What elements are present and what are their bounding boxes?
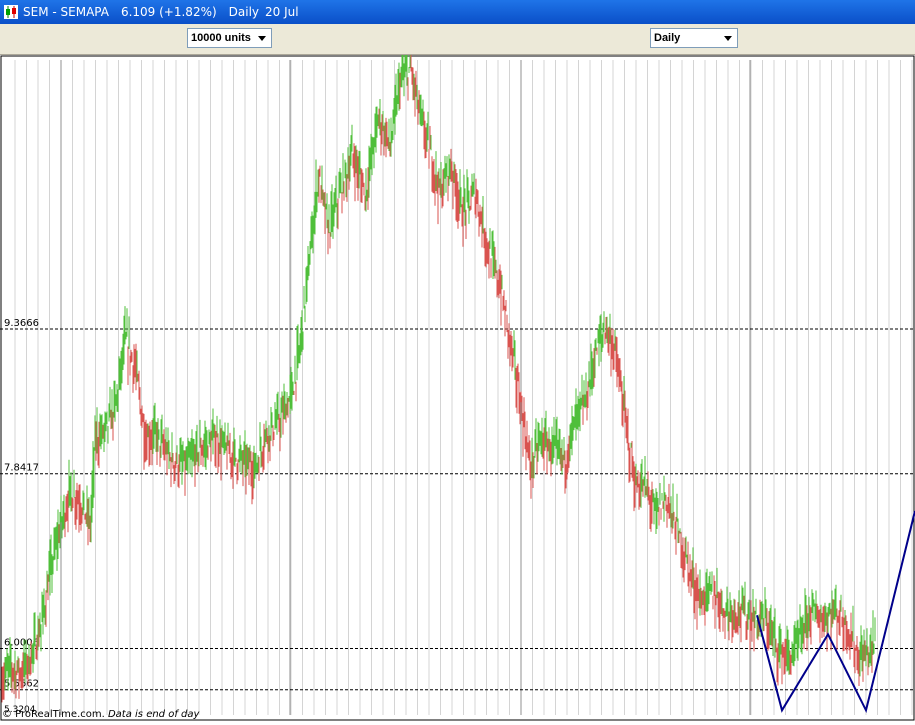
period-select[interactable]: Daily	[650, 28, 738, 48]
chart-frame	[0, 55, 915, 721]
level-label: 7.8417	[4, 463, 39, 474]
title-price: 6.109 (+1.82%)	[120, 5, 217, 19]
footer-copyright: © ProRealTime.com. Data is end of day	[2, 709, 201, 720]
candles	[1, 43, 876, 703]
price-chart: 9.36667.84176.00065.5662 5.3204 © ProRea…	[0, 43, 915, 721]
units-select-value: 10000 units	[191, 32, 251, 44]
units-select[interactable]: 10000 units	[187, 28, 272, 48]
period-select-value: Daily	[654, 32, 681, 44]
footer-note: Data is end of day	[108, 709, 201, 720]
footer-copyright-text: © ProRealTime.com	[2, 709, 102, 720]
title-symbol: SEM - SEMAPA	[23, 5, 109, 19]
level-label: 9.3666	[4, 318, 39, 329]
chart-area: 9.36667.84176.00065.5662 5.3204 © ProRea…	[0, 43, 915, 721]
toolbar: 10000 units Daily	[0, 24, 915, 55]
chevron-down-icon[interactable]	[721, 31, 735, 45]
title-period: Daily	[228, 5, 260, 19]
chevron-down-icon[interactable]	[255, 31, 269, 45]
grid	[14, 60, 913, 715]
title-bar: SEM - SEMAPA 6.109 (+1.82%) Daily 20 Jul	[0, 0, 915, 24]
candlestick-app-icon	[4, 5, 18, 19]
title-date: 20 Jul	[265, 5, 299, 19]
